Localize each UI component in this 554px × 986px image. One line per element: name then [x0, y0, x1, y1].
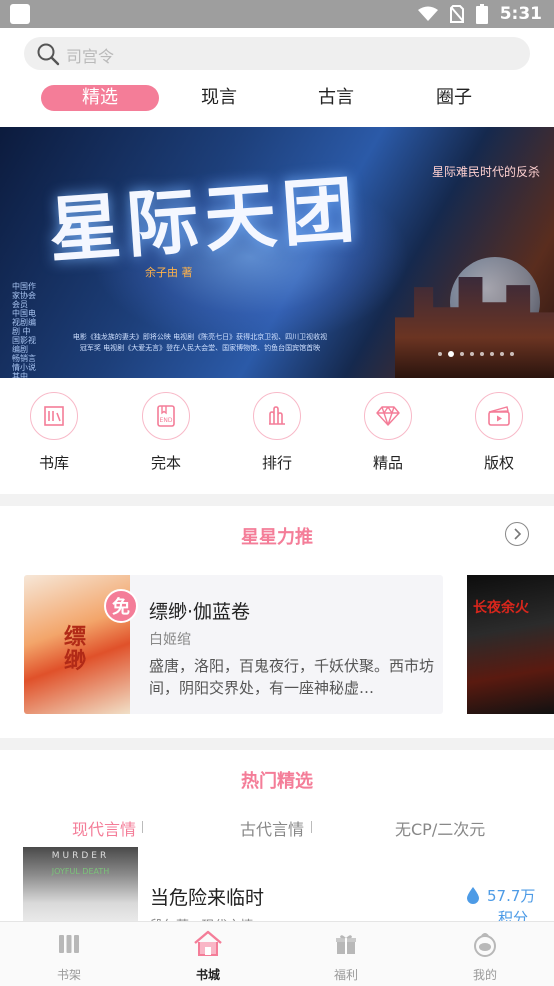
search-icon: [36, 42, 60, 70]
section-divider: [0, 494, 554, 506]
subtab-divider: [142, 821, 143, 833]
cover-text: MURDER: [51, 851, 110, 861]
hot-book-cover[interactable]: MURDER JOYFUL DEATH: [23, 847, 138, 927]
quick-link-label: 精品: [372, 454, 403, 472]
hot-section-title: 热门精选: [241, 771, 313, 792]
diamond-icon: [364, 392, 412, 440]
quick-link-label: 排行: [261, 454, 292, 472]
search-bar[interactable]: 司宫令: [24, 37, 530, 70]
gift-icon: [306, 930, 386, 958]
search-placeholder: 司宫令: [66, 47, 115, 66]
quick-links: 书库 END 完本 排行 精品 版权: [0, 392, 554, 492]
no-sim-icon: [449, 5, 464, 23]
book-author: 白姬绾: [149, 632, 191, 648]
tab-modern-romance[interactable]: 现言: [160, 85, 278, 111]
nav-label: 书架: [56, 968, 81, 982]
banner-blurb: 电影《独龙族的妻夫》即将公映 电视剧《陈亮七日》获得北京卫视、四川卫视收视冠军奖…: [72, 333, 328, 352]
copyright-film-icon: [475, 392, 523, 440]
ranking-icon: [253, 392, 301, 440]
status-bar: 5:31: [0, 0, 554, 28]
library-icon: [30, 392, 78, 440]
quick-link-label: 完本: [150, 454, 181, 472]
book-cover: 缥缈 免: [24, 575, 138, 714]
book-description: 盛唐，洛阳，百鬼夜行，千妖伏聚。西市坊间，阴阳交界处，有一座神秘虚…: [149, 657, 435, 697]
banner-dot[interactable]: [460, 352, 464, 356]
quick-link-label: 书库: [38, 454, 69, 472]
nav-label: 我的: [472, 968, 497, 982]
banner-dot[interactable]: [500, 352, 504, 356]
nav-bookshelf[interactable]: 书架: [29, 930, 109, 983]
bookshelf-icon: [29, 930, 109, 958]
nav-label: 书城: [195, 968, 220, 982]
banner-dot[interactable]: [470, 352, 474, 356]
quick-link-label: 版权: [483, 454, 514, 472]
banner-dot[interactable]: [438, 352, 442, 356]
cover-subtext: JOYFUL DEATH: [51, 867, 110, 876]
clock: 5:31: [499, 4, 542, 24]
hot-book-title[interactable]: 当危险来临时: [150, 883, 264, 910]
svg-text:END: END: [160, 417, 173, 424]
section-divider: [0, 738, 554, 750]
quick-link-copyright[interactable]: 版权: [454, 392, 544, 473]
subtab-divider: [311, 821, 312, 833]
subtab-ancient-romance[interactable]: 古代言情: [240, 816, 304, 840]
free-badge: 免: [104, 589, 138, 623]
banner-dot[interactable]: [510, 352, 514, 356]
nav-welfare[interactable]: 福利: [306, 930, 386, 983]
tab-circle[interactable]: 圈子: [395, 85, 513, 111]
category-tabs: 精选 现言 古言 圈子: [0, 82, 554, 116]
quick-link-ranking[interactable]: 排行: [232, 392, 322, 473]
banner-title: 星际天团: [45, 166, 364, 273]
cover-title-art: 缥缈: [64, 624, 87, 674]
banner-pagination[interactable]: [438, 351, 514, 357]
battery-icon: [475, 4, 488, 24]
finished-book-icon: END: [142, 392, 190, 440]
banner-side-text: 中国作家协会会员 中国电视剧编剧 中国影视编剧 畅销言情小说 其中 主持人: [12, 282, 36, 378]
bookstore-home-icon: [168, 930, 248, 958]
next-book-cover[interactable]: 长夜余火: [467, 575, 554, 714]
nav-profile[interactable]: 我的: [445, 930, 525, 983]
profile-icon: [445, 930, 525, 958]
banner-dot-active[interactable]: [448, 351, 454, 357]
recommended-book-card[interactable]: 缥缈 免 缥缈·伽蓝卷 白姬绾 盛唐，洛阳，百鬼夜行，千妖伏聚。西市坊间，阴阳交…: [24, 575, 443, 714]
banner-tagline: 星际难民时代的反杀: [432, 165, 541, 179]
book-title: 缥缈·伽蓝卷: [149, 601, 251, 623]
banner-author: 余子由 著: [145, 266, 193, 279]
quick-link-finished[interactable]: END 完本: [121, 392, 211, 473]
banner-dot[interactable]: [480, 352, 484, 356]
bottom-navigation: 书架 书城 福利 我的: [0, 921, 554, 986]
quick-link-library[interactable]: 书库: [9, 392, 99, 473]
tab-ancient-romance[interactable]: 古言: [277, 85, 395, 111]
recommend-more-button[interactable]: [505, 522, 529, 546]
water-drop-icon: [467, 887, 479, 904]
app-notification-icon: [10, 4, 30, 24]
subtab-no-cp[interactable]: 无CP/二次元: [395, 816, 485, 840]
system-indicators: 5:31: [417, 3, 542, 25]
subtab-modern-romance[interactable]: 现代言情: [72, 816, 136, 840]
recommend-section-title: 星星力推: [241, 527, 313, 548]
next-cover-title-art: 长夜余火: [473, 600, 529, 616]
quick-link-premium[interactable]: 精品: [343, 392, 433, 473]
nav-label: 福利: [333, 968, 358, 982]
chevron-right-icon: [514, 528, 522, 540]
wifi-icon: [417, 6, 438, 21]
promo-banner[interactable]: 中国作家协会会员 中国电视剧编剧 中国影视编剧 畅销言情小说 其中 主持人 星际…: [0, 127, 554, 378]
hot-subtabs: 现代言情 古代言情 无CP/二次元: [0, 816, 554, 840]
tab-featured[interactable]: 精选: [41, 85, 159, 111]
banner-dot[interactable]: [490, 352, 494, 356]
nav-bookstore[interactable]: 书城: [168, 930, 248, 983]
hot-book-score: 57.7万: [487, 887, 536, 905]
